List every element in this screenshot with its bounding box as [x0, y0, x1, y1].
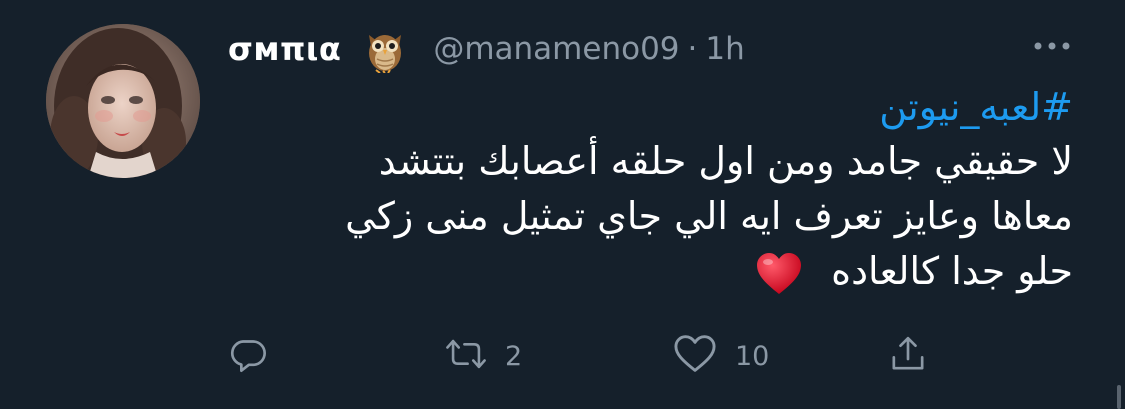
- red-heart-icon: [755, 252, 803, 296]
- reply-icon: [228, 334, 268, 378]
- like-button[interactable]: 10: [673, 330, 769, 382]
- separator-dot: ·: [687, 31, 698, 67]
- tweet-header: σмπια @manameno09 · 1h: [228, 24, 745, 74]
- hashtag-link[interactable]: #لعبه_نيوتن: [228, 80, 1073, 134]
- share-icon: [888, 334, 928, 378]
- tweet-text-line-last: حلو جدا كالعاده: [228, 244, 1073, 299]
- reply-button[interactable]: [228, 330, 268, 382]
- heart-outline-icon: [673, 334, 717, 378]
- retweet-button[interactable]: 2: [445, 330, 522, 382]
- share-button[interactable]: [888, 330, 928, 382]
- tweet-text-line-text: حلو جدا كالعاده: [831, 249, 1073, 293]
- scrollbar[interactable]: [1117, 385, 1121, 409]
- display-name[interactable]: σмπια: [228, 30, 341, 68]
- tweet-text-line: معاها وعايز تعرف ايه الي جاي تمثيل منى ز…: [345, 194, 1073, 238]
- user-handle[interactable]: @manameno09: [433, 31, 679, 67]
- tweet-timestamp[interactable]: 1h: [705, 31, 744, 67]
- tweet-text-line: لا حقيقي جامد ومن اول حلقه أعصابك بتتشد: [378, 139, 1073, 183]
- avatar[interactable]: [46, 24, 200, 178]
- retweet-count: 2: [505, 340, 523, 372]
- more-horizontal-icon[interactable]: [1030, 36, 1074, 56]
- like-count: 10: [735, 340, 770, 372]
- tweet[interactable]: σмπια @manameno09 · 1h #لعبه_نيوتن لا حق…: [0, 0, 1125, 409]
- tweet-text: #لعبه_نيوتن لا حقيقي جامد ومن اول حلقه أ…: [228, 80, 1073, 299]
- retweet-icon: [445, 334, 487, 378]
- owl-icon: [363, 25, 407, 74]
